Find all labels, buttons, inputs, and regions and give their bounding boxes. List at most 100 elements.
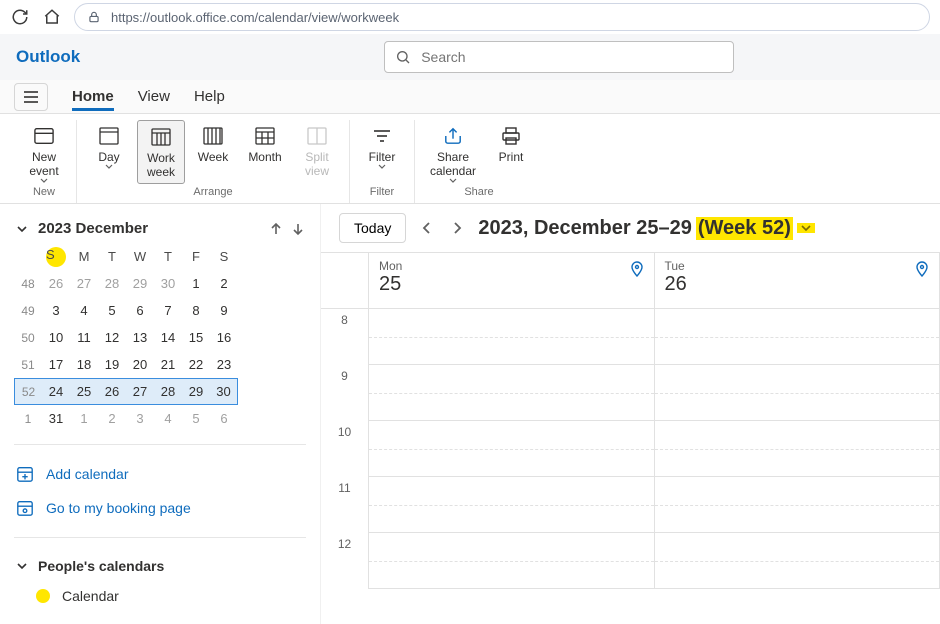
minical-day[interactable]: 14 <box>154 324 182 351</box>
today-button[interactable]: Today <box>339 213 406 243</box>
minical-day[interactable]: 24 <box>42 378 70 405</box>
url-bar[interactable]: https://outlook.office.com/calendar/view… <box>74 3 930 31</box>
grid-body[interactable]: 89101112 <box>321 309 940 624</box>
time-slot[interactable] <box>369 477 655 533</box>
calendar-list-item[interactable]: Calendar <box>14 582 306 610</box>
day-header-mon[interactable]: Mon 25 <box>369 253 655 308</box>
ribbon-caption-arrange: Arrange <box>193 186 232 198</box>
new-event-button[interactable]: New event <box>20 120 68 184</box>
location-icon[interactable] <box>915 261 929 277</box>
minical-week-number[interactable]: 48 <box>14 270 42 297</box>
minical-day[interactable]: 28 <box>154 378 182 405</box>
minical-day[interactable]: 19 <box>98 351 126 378</box>
brand[interactable]: Outlook <box>16 47 80 67</box>
minical-title[interactable]: 2023 December <box>38 220 260 237</box>
minical-day[interactable]: 29 <box>182 378 210 405</box>
tabs-row: Home View Help <box>0 80 940 114</box>
minical-day[interactable]: 15 <box>182 324 210 351</box>
arrow-down-icon[interactable] <box>292 222 304 236</box>
time-slot[interactable] <box>655 477 940 533</box>
minical-day[interactable]: 30 <box>154 270 182 297</box>
minical-week-number[interactable]: 1 <box>14 405 42 432</box>
minical-day[interactable]: 5 <box>182 405 210 432</box>
filter-button[interactable]: Filter <box>358 120 406 184</box>
minical-day[interactable]: 1 <box>70 405 98 432</box>
refresh-icon[interactable] <box>10 7 30 27</box>
app-header: Outlook <box>0 34 940 80</box>
location-icon[interactable] <box>630 261 644 277</box>
mini-calendar[interactable]: SMTWTFS482627282930124934567895010111213… <box>14 243 306 432</box>
workweek-button[interactable]: Work week <box>137 120 185 184</box>
minical-day[interactable]: 9 <box>210 297 238 324</box>
tab-view[interactable]: View <box>138 82 170 111</box>
minical-day[interactable]: 26 <box>42 270 70 297</box>
minical-day[interactable]: 8 <box>182 297 210 324</box>
minical-day[interactable]: 21 <box>154 351 182 378</box>
minical-day[interactable]: 27 <box>70 270 98 297</box>
minical-day[interactable]: 2 <box>210 270 238 297</box>
time-slot[interactable] <box>369 309 655 365</box>
time-slot[interactable] <box>655 533 940 589</box>
arrow-up-icon[interactable] <box>270 222 282 236</box>
search-input[interactable] <box>419 48 723 66</box>
tab-help[interactable]: Help <box>194 82 225 111</box>
chevron-down-icon[interactable] <box>16 224 28 234</box>
minical-day[interactable]: 5 <box>98 297 126 324</box>
minical-day[interactable]: 26 <box>98 378 126 405</box>
week-button[interactable]: Week <box>189 120 237 184</box>
time-slot[interactable] <box>369 533 655 589</box>
minical-day[interactable]: 22 <box>182 351 210 378</box>
minical-day[interactable]: 6 <box>126 297 154 324</box>
time-slot[interactable] <box>369 365 655 421</box>
hamburger-button[interactable] <box>14 83 48 111</box>
minical-day[interactable]: 23 <box>210 351 238 378</box>
minical-day[interactable]: 31 <box>42 405 70 432</box>
day-header-tue[interactable]: Tue 26 <box>655 253 940 308</box>
minical-day[interactable]: 4 <box>70 297 98 324</box>
date-range[interactable]: 2023, December 25–29 (Week 52) <box>478 217 815 240</box>
add-calendar-link[interactable]: Add calendar <box>14 457 306 491</box>
minical-day[interactable]: 18 <box>70 351 98 378</box>
splitview-button[interactable]: Split view <box>293 120 341 184</box>
sharecalendar-button[interactable]: Share calendar <box>423 120 483 184</box>
chevron-left-icon[interactable] <box>422 221 432 235</box>
booking-link[interactable]: Go to my booking page <box>14 491 306 525</box>
minical-week-number[interactable]: 49 <box>14 297 42 324</box>
minical-week-number[interactable]: 50 <box>14 324 42 351</box>
home-icon[interactable] <box>42 7 62 27</box>
minical-week-number[interactable]: 52 <box>14 378 42 405</box>
time-slot[interactable] <box>369 421 655 477</box>
chevron-right-icon[interactable] <box>452 221 462 235</box>
day-button[interactable]: Day <box>85 120 133 184</box>
tab-home[interactable]: Home <box>72 82 114 111</box>
time-slot[interactable] <box>655 365 940 421</box>
workweek-label: Work week <box>138 151 184 179</box>
time-slot[interactable] <box>655 309 940 365</box>
minical-day[interactable]: 3 <box>42 297 70 324</box>
search-box[interactable] <box>384 41 734 73</box>
minical-day[interactable]: 12 <box>98 324 126 351</box>
minical-day[interactable]: 10 <box>42 324 70 351</box>
minical-day[interactable]: 13 <box>126 324 154 351</box>
minical-day[interactable]: 6 <box>210 405 238 432</box>
minical-day[interactable]: 1 <box>182 270 210 297</box>
minical-day[interactable]: 30 <box>210 378 238 405</box>
ribbon-group-arrange: Day Work week Week Month Split view Arra… <box>77 120 350 203</box>
minical-day[interactable]: 2 <box>98 405 126 432</box>
month-button[interactable]: Month <box>241 120 289 184</box>
minical-week-number[interactable]: 51 <box>14 351 42 378</box>
minical-day[interactable]: 4 <box>154 405 182 432</box>
minical-day[interactable]: 16 <box>210 324 238 351</box>
time-slot[interactable] <box>655 421 940 477</box>
minical-day[interactable]: 25 <box>70 378 98 405</box>
print-button[interactable]: Print <box>487 120 535 184</box>
minical-day[interactable]: 7 <box>154 297 182 324</box>
minical-day[interactable]: 11 <box>70 324 98 351</box>
minical-day[interactable]: 27 <box>126 378 154 405</box>
minical-day[interactable]: 17 <box>42 351 70 378</box>
minical-day[interactable]: 20 <box>126 351 154 378</box>
minical-day[interactable]: 3 <box>126 405 154 432</box>
minical-day[interactable]: 28 <box>98 270 126 297</box>
peoples-calendars-section[interactable]: People's calendars <box>14 550 306 582</box>
minical-day[interactable]: 29 <box>126 270 154 297</box>
